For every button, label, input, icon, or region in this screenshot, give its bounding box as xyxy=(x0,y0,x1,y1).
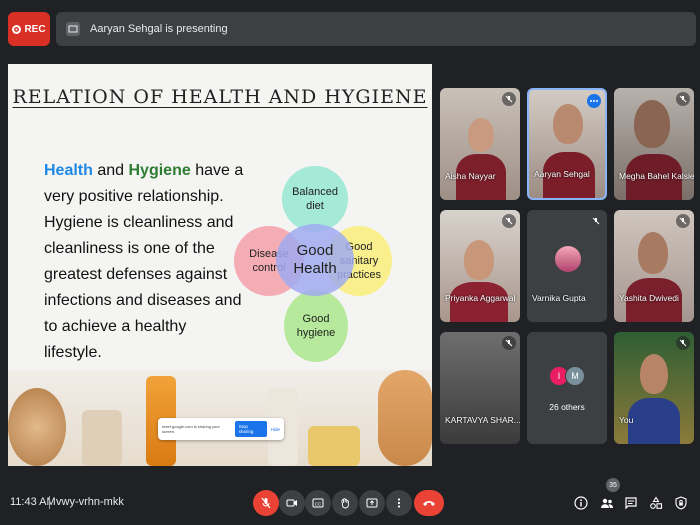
record-icon xyxy=(12,24,22,34)
top-bar: REC Aaryan Sehgal is presenting xyxy=(6,10,696,50)
camera-toggle-button[interactable] xyxy=(279,490,305,516)
participant-tile[interactable]: Aisha Nayyar xyxy=(440,88,520,200)
activities-icon xyxy=(650,496,663,509)
mic-off-icon xyxy=(261,497,271,509)
people-icon xyxy=(601,498,613,508)
diagram-good-health: Good Health xyxy=(276,224,354,296)
slide-word-and: and xyxy=(92,162,129,179)
participant-name: Priyanka Aggarwal xyxy=(445,293,516,303)
participant-face xyxy=(640,354,668,394)
bottom-control-bar: 11:43 AM vwy-vrhn-mkk CC xyxy=(0,482,700,525)
mic-off-icon xyxy=(502,214,516,228)
participant-face xyxy=(464,240,494,280)
participant-face xyxy=(468,118,494,152)
present-icon xyxy=(366,498,378,508)
present-screen-icon xyxy=(66,22,80,36)
info-icon xyxy=(574,496,588,510)
captions-button[interactable]: CC xyxy=(305,490,331,516)
hide-button[interactable]: Hide xyxy=(271,427,280,432)
slide-title: RELATION OF HEALTH AND HYGIENE xyxy=(12,86,428,108)
shield-lock-icon xyxy=(675,496,687,510)
participant-tile-active-speaker[interactable]: Aaryan Sehgal xyxy=(527,88,607,200)
mic-toggle-button[interactable] xyxy=(253,490,279,516)
leave-call-button[interactable] xyxy=(414,490,444,516)
presenting-text: Aaryan Sehgal is presenting xyxy=(90,23,228,35)
activities-button[interactable] xyxy=(645,492,667,514)
participant-tile[interactable]: Megha Bahel Kalsie xyxy=(614,88,694,200)
participant-name: Megha Bahel Kalsie xyxy=(619,171,694,181)
participant-name: Aaryan Sehgal xyxy=(534,169,590,179)
captions-icon: CC xyxy=(312,498,324,508)
slide-body-text: Health and Hygiene have a very positive … xyxy=(44,158,244,366)
host-controls-button[interactable] xyxy=(670,492,692,514)
divider xyxy=(49,496,50,509)
speaking-indicator-icon xyxy=(587,94,601,108)
soap-image xyxy=(308,426,360,466)
avatar: M xyxy=(565,366,585,386)
screen-share-notice: meet.google.com is sharing your screen. … xyxy=(158,418,284,440)
participant-face xyxy=(638,232,668,274)
participant-tile[interactable]: Priyanka Aggarwal xyxy=(440,210,520,322)
jar-image xyxy=(82,410,122,466)
others-avatars: I M xyxy=(549,366,585,386)
mic-off-icon xyxy=(589,214,603,228)
recording-indicator[interactable]: REC xyxy=(8,12,50,46)
more-options-button[interactable] xyxy=(386,490,412,516)
self-view-tile[interactable]: You xyxy=(614,332,694,444)
others-count-label: 26 others xyxy=(549,402,585,412)
participant-name: Yashita Dwivedi xyxy=(619,293,679,303)
meeting-info-button[interactable] xyxy=(570,492,592,514)
participant-tile[interactable]: KARTAVYA SHAR... xyxy=(440,332,520,444)
participant-face xyxy=(634,100,670,148)
presenting-banner[interactable]: Aaryan Sehgal is presenting xyxy=(56,12,696,46)
camera-icon xyxy=(286,499,297,507)
participant-name: Aisha Nayyar xyxy=(445,171,496,181)
meeting-code: vwy-vrhn-mkk xyxy=(56,496,124,508)
mic-off-icon xyxy=(502,92,516,106)
brush-image xyxy=(8,388,66,466)
participant-count-badge: 35 xyxy=(606,478,620,492)
diagram-balanced-diet: Balanced diet xyxy=(282,166,348,232)
chat-icon xyxy=(625,497,637,510)
hand-icon xyxy=(341,498,349,509)
mic-off-icon xyxy=(502,336,516,350)
hang-up-icon xyxy=(423,501,435,506)
participant-body xyxy=(628,398,680,444)
slide-body-rest: have a very positive relationship. Hygie… xyxy=(44,162,244,361)
participant-name: Varnika Gupta xyxy=(532,293,586,303)
mic-off-icon xyxy=(676,336,690,350)
mic-off-icon xyxy=(676,214,690,228)
recording-label: REC xyxy=(24,23,46,35)
svg-text:CC: CC xyxy=(315,502,322,507)
slide-word-health: Health xyxy=(44,162,93,179)
more-vert-icon xyxy=(397,498,401,508)
participant-name: KARTAVYA SHAR... xyxy=(445,415,520,425)
chat-button[interactable] xyxy=(620,492,642,514)
diagram-good-hygiene: Good hygiene xyxy=(284,290,348,362)
share-notice-text: meet.google.com is sharing your screen. xyxy=(162,424,220,434)
participant-name: You xyxy=(619,415,634,425)
stop-sharing-button[interactable]: Stop sharing xyxy=(234,421,267,437)
loofah-image xyxy=(378,370,432,466)
slide-word-hygiene: Hygiene xyxy=(128,162,191,179)
participant-tile[interactable]: Yashita Dwivedi xyxy=(614,210,694,322)
avatar xyxy=(555,246,581,272)
participant-tile[interactable]: Varnika Gupta xyxy=(527,210,607,322)
shared-screen-slide: RELATION OF HEALTH AND HYGIENE Health an… xyxy=(8,64,432,466)
others-tile[interactable]: I M 26 others xyxy=(527,332,607,444)
participant-face xyxy=(553,104,583,144)
mic-off-icon xyxy=(676,92,690,106)
raise-hand-button[interactable] xyxy=(332,490,358,516)
present-button[interactable] xyxy=(359,490,385,516)
people-button[interactable] xyxy=(596,492,618,514)
